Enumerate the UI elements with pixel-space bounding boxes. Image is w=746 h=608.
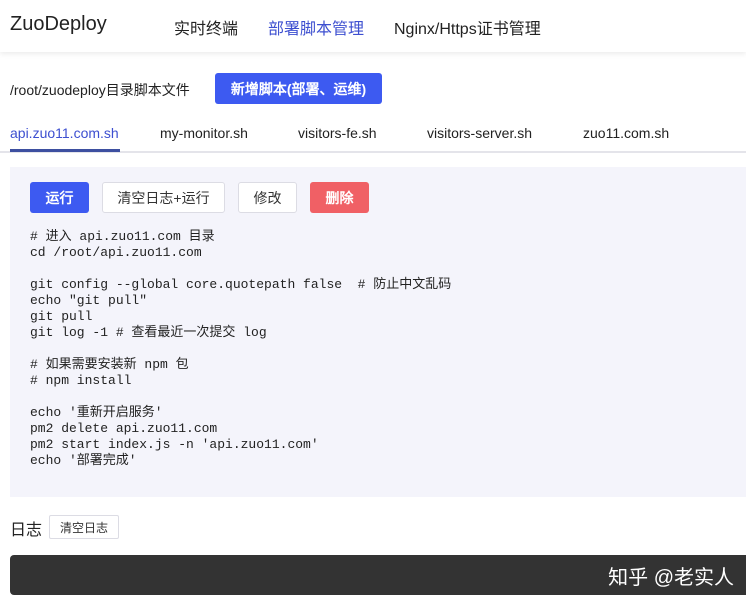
tab-api-zuo11[interactable]: api.zuo11.com.sh [10, 125, 119, 141]
top-nav-bar: ZuoDeploy 实时终端 部署脚本管理 Nginx/Https证书管理 [0, 0, 746, 52]
nav-nginx-https[interactable]: Nginx/Https证书管理 [394, 15, 541, 39]
clear-log-run-button[interactable]: 清空日志+运行 [102, 182, 225, 213]
add-script-button[interactable]: 新增脚本(部署、运维) [215, 73, 382, 104]
nav-deploy-scripts[interactable]: 部署脚本管理 [268, 15, 364, 39]
script-panel: 运行 清空日志+运行 修改 删除 # 进入 api.zuo11.com 目录 c… [10, 167, 746, 497]
app-logo: ZuoDeploy [10, 13, 107, 35]
watermark: 知乎 @老实人 [608, 567, 734, 589]
tab-visitors-fe[interactable]: visitors-fe.sh [298, 125, 377, 141]
nav-terminal[interactable]: 实时终端 [174, 15, 238, 39]
script-dir-path: /root/zuodeploy目录脚本文件 [10, 82, 190, 98]
run-button[interactable]: 运行 [30, 182, 89, 213]
tab-zuo11[interactable]: zuo11.com.sh [583, 125, 669, 141]
script-tabs: api.zuo11.com.sh my-monitor.sh visitors-… [0, 120, 746, 153]
edit-button[interactable]: 修改 [238, 182, 297, 213]
clear-log-button[interactable]: 清空日志 [49, 515, 119, 539]
log-output: 知乎 @老实人 [10, 555, 746, 595]
tab-visitors-server[interactable]: visitors-server.sh [427, 125, 532, 141]
script-content: # 进入 api.zuo11.com 目录 cd /root/api.zuo11… [30, 229, 452, 468]
active-tab-indicator [10, 149, 120, 152]
delete-button[interactable]: 删除 [310, 182, 369, 213]
tab-my-monitor[interactable]: my-monitor.sh [160, 125, 248, 141]
log-label: 日志 [10, 522, 43, 539]
